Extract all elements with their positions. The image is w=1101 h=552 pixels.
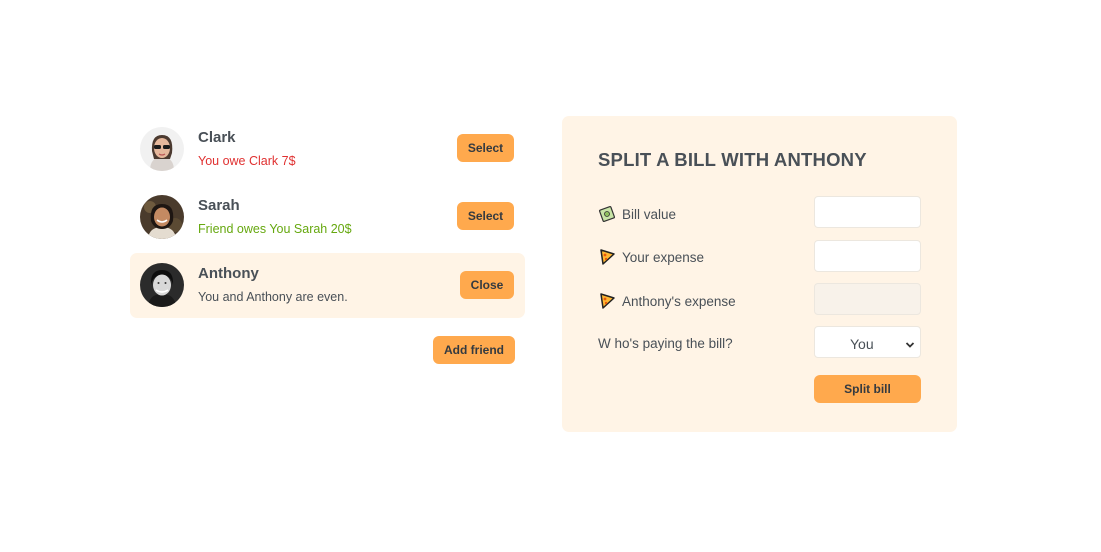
avatar <box>140 195 184 239</box>
friend-balance: Friend owes You Sarah 20$ <box>198 222 352 236</box>
your-expense-input[interactable] <box>814 240 921 272</box>
friend-balance: You owe Clark 7$ <box>198 154 296 168</box>
form-title: SPLIT A BILL WITH ANTHONY <box>598 149 867 170</box>
friend-name: Anthony <box>198 265 259 282</box>
close-friend-button[interactable]: Close <box>460 271 514 299</box>
friend-item-clark: Clark You owe Clark 7$ Select <box>130 117 525 183</box>
payer-select[interactable]: You <box>814 326 921 358</box>
payer-selected-value: You <box>850 336 874 352</box>
avatar <box>140 127 184 171</box>
friend-expense-label: Anthony's expense <box>622 293 736 309</box>
your-expense-row-label: Your expense <box>598 248 704 266</box>
friend-name: Clark <box>198 129 236 146</box>
bill-value-label: Bill value <box>622 206 677 222</box>
friend-expense-row-label: Anthony's expense <box>598 292 736 310</box>
bill-value-row-label: Bill value <box>598 205 676 223</box>
bill-value-input[interactable] <box>814 196 921 228</box>
pizza-icon <box>598 248 616 266</box>
select-friend-button[interactable]: Select <box>457 202 514 230</box>
chevron-down-icon <box>905 337 915 348</box>
select-friend-button[interactable]: Select <box>457 134 514 162</box>
split-bill-button[interactable]: Split bill <box>814 375 921 403</box>
money-icon <box>598 205 616 223</box>
avatar <box>140 263 184 307</box>
friend-balance: You and Anthony are even. <box>198 290 348 304</box>
friends-list: Clark You owe Clark 7$ Select Sarah Frie… <box>130 117 525 364</box>
pizza-icon <box>598 292 616 310</box>
friend-expense-input <box>814 283 921 315</box>
payer-label: W ho's paying the bill? <box>598 336 733 351</box>
add-friend-button[interactable]: Add friend <box>433 336 515 364</box>
split-bill-form: SPLIT A BILL WITH ANTHONY Bill value You… <box>562 116 957 432</box>
friend-item-sarah: Sarah Friend owes You Sarah 20$ Select <box>130 185 525 251</box>
friend-item-anthony: Anthony You and Anthony are even. Close <box>130 253 525 318</box>
your-expense-label: Your expense <box>622 249 705 265</box>
friend-name: Sarah <box>198 197 240 214</box>
